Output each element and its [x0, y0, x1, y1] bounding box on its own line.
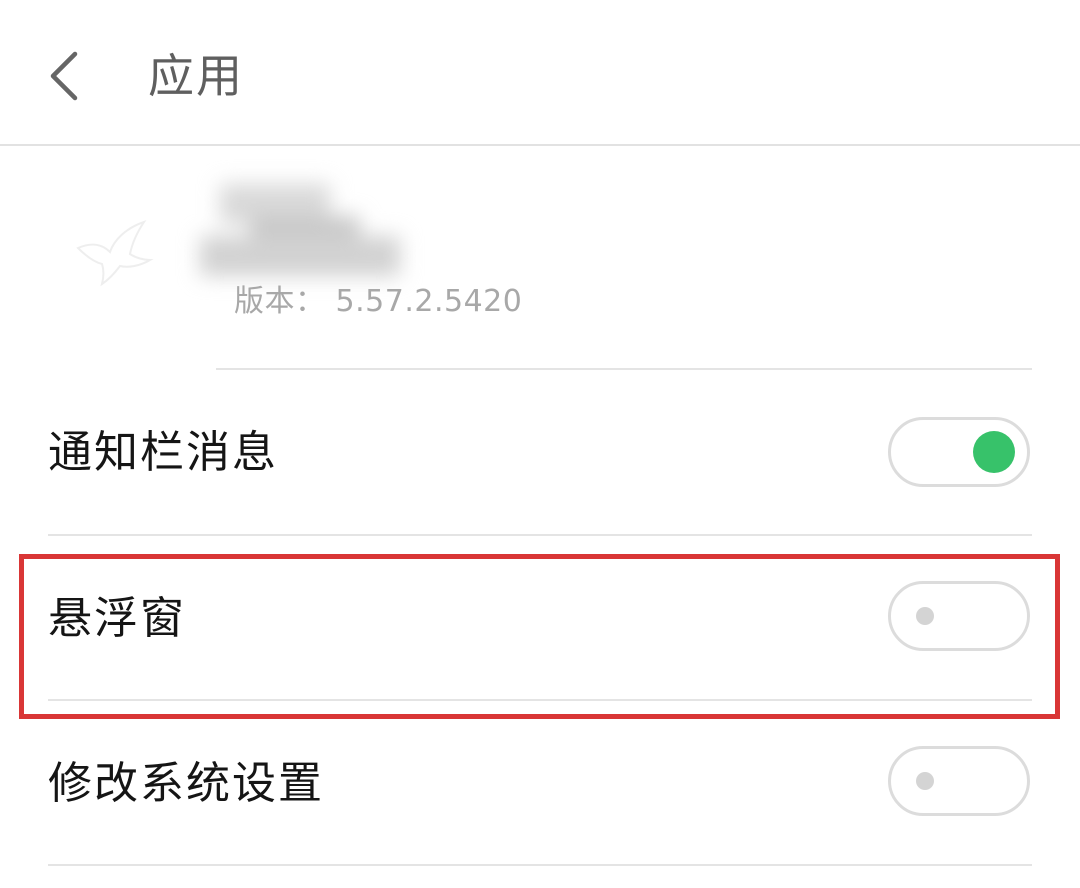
app-version-text: 版本： 5.57.2.5420 — [234, 284, 523, 319]
permission-row-floating-window: 悬浮窗 — [0, 536, 1080, 702]
permission-label: 修改系统设置 — [48, 758, 324, 809]
back-button[interactable] — [30, 38, 100, 114]
toggle-knob — [973, 431, 1015, 473]
app-name-obscured — [180, 176, 420, 286]
divider — [48, 864, 1032, 866]
page-title: 应用 — [148, 49, 244, 103]
floating-window-toggle[interactable] — [888, 581, 1030, 651]
divider — [48, 699, 1032, 701]
chevron-left-icon — [50, 51, 78, 101]
permission-row-notification: 通知栏消息 — [0, 370, 1080, 536]
notification-toggle[interactable] — [888, 417, 1030, 487]
system-settings-toggle[interactable] — [888, 746, 1030, 816]
header-bar: 应用 — [0, 0, 1080, 146]
app-info-section: 版本： 5.57.2.5420 — [0, 146, 1080, 370]
bird-icon — [76, 220, 154, 287]
permission-row-system-settings: 修改系统设置 — [0, 702, 1080, 888]
toggle-knob — [916, 607, 934, 625]
permission-label: 通知栏消息 — [48, 427, 278, 478]
permission-label: 悬浮窗 — [48, 593, 186, 644]
toggle-knob — [916, 772, 934, 790]
